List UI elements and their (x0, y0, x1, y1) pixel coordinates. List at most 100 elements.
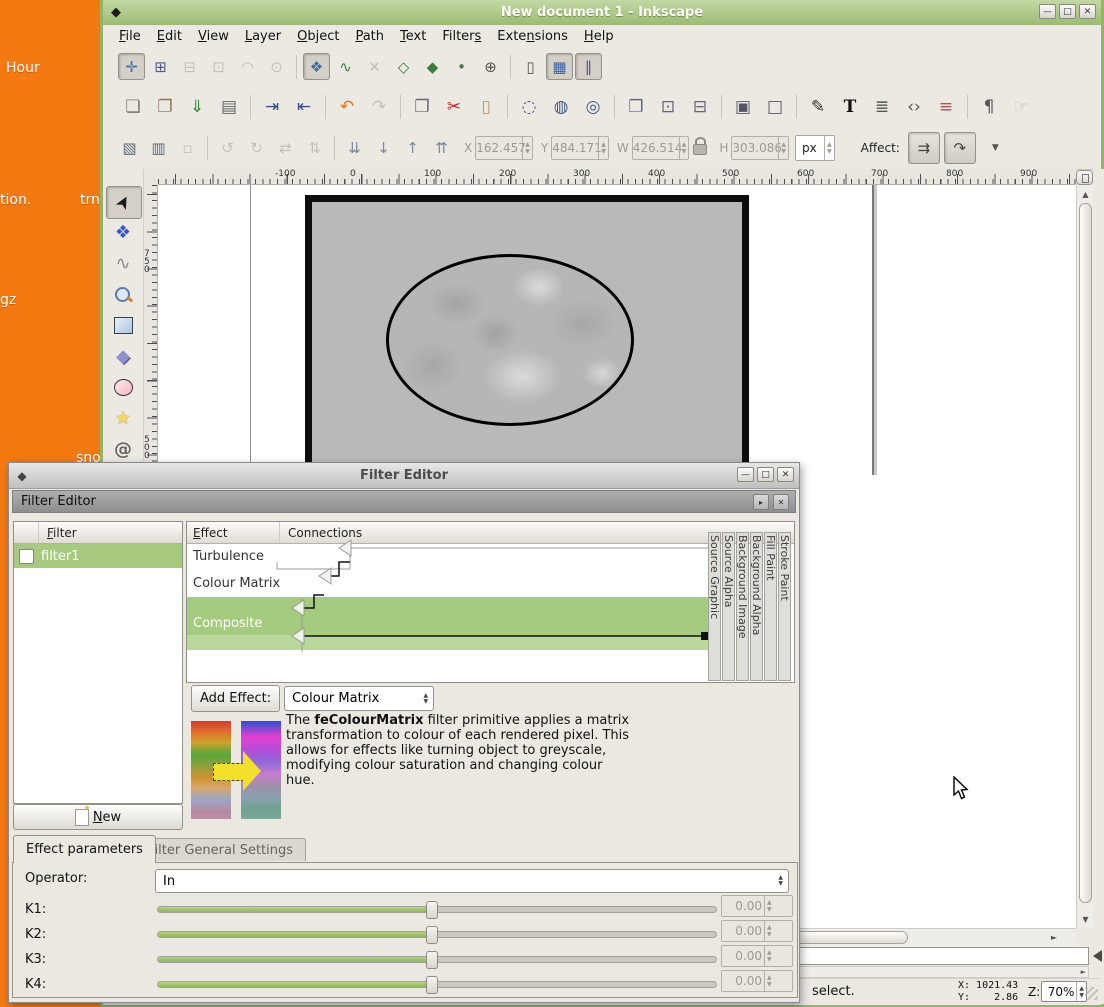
y-field[interactable]: 484.171▲▼ (551, 136, 609, 160)
star-tool[interactable]: ★ (106, 403, 140, 434)
add-effect-button[interactable]: Add Effect: (191, 685, 280, 712)
snap-object-centers-icon[interactable]: ⊕ (477, 53, 504, 80)
unlink-clone-icon[interactable]: ⊟ (685, 92, 715, 122)
filter-list-item[interactable]: filter1 (14, 544, 182, 568)
menu-filters[interactable]: Filters (434, 27, 489, 46)
minimize-button[interactable]: — (737, 467, 754, 482)
align-distribute-icon[interactable]: ≡ (931, 92, 961, 122)
3dbox-tool[interactable]: ◆ (106, 341, 140, 372)
snap-guides-icon[interactable]: ∥ (575, 53, 602, 80)
vertical-scrollbar-thumb[interactable] (1079, 203, 1092, 903)
k3-value-field[interactable]: 0.00▲▼ (721, 945, 793, 967)
redo-icon[interactable]: ↷ (364, 92, 394, 122)
toolbar-overflow-icon[interactable]: ▼ (992, 143, 999, 153)
new-document-icon[interactable]: ❏ (118, 92, 148, 122)
unit-stepper[interactable]: ▲▼ (824, 136, 834, 160)
input-column-source-alpha[interactable]: Source Alpha (722, 532, 735, 681)
operator-combobox[interactable]: In ▲▼ (155, 869, 789, 893)
text-font-icon[interactable]: ¶ (974, 92, 1004, 122)
enable-snapping-icon[interactable]: ✛ (118, 53, 145, 80)
zoom-page-icon[interactable]: ◎ (578, 92, 608, 122)
menu-path[interactable]: Path (347, 27, 392, 46)
cut-icon[interactable]: ✂ (439, 92, 469, 122)
field-stepper-icon[interactable]: ▲▼ (764, 896, 774, 916)
tweak-tool[interactable]: ∿ (106, 248, 140, 279)
connections-graph[interactable] (187, 522, 794, 682)
x-field[interactable]: 162.457▲▼ (475, 136, 533, 160)
field-stepper-icon[interactable]: ▲▼ (778, 137, 788, 159)
print-icon[interactable]: ▤ (214, 92, 244, 122)
text-tool-dialog-icon[interactable]: T (835, 92, 865, 122)
snap-bbox-centers-icon[interactable]: ⊙ (263, 53, 290, 80)
scroll-up-icon[interactable]: ▲ (1077, 187, 1094, 203)
rotate-cw-icon[interactable]: ↻ (243, 135, 270, 162)
slider-handle[interactable] (426, 976, 438, 994)
menu-object[interactable]: Object (289, 27, 347, 46)
k2-value-field[interactable]: 0.00▲▼ (721, 920, 793, 942)
zoom-drawing-icon[interactable]: ◍ (546, 92, 576, 122)
k1-slider[interactable] (157, 906, 717, 913)
flip-vertical-icon[interactable]: ⇅ (301, 135, 328, 162)
menu-layer[interactable]: Layer (237, 27, 289, 46)
selector-tool[interactable]: ➤ (106, 186, 142, 219)
menu-view[interactable]: View (190, 27, 237, 46)
field-stepper-icon[interactable]: ▲▼ (764, 946, 774, 966)
duplicate-icon[interactable]: ❒ (621, 92, 651, 122)
k1-value-field[interactable]: 0.00▲▼ (721, 895, 793, 917)
spiral-tool[interactable]: @ (106, 434, 140, 465)
slider-handle[interactable] (426, 926, 438, 944)
scale-corners-toggle[interactable]: ↷ (944, 132, 976, 164)
tab-effect-parameters[interactable]: Effect parameters (13, 835, 156, 863)
snap-bbox-edges-icon[interactable]: ⊟ (176, 53, 203, 80)
unit-combobox[interactable]: px ▲▼ (795, 135, 835, 161)
input-column-stroke-paint[interactable]: Stroke Paint (778, 532, 791, 681)
input-column-background-image[interactable]: Background Image (736, 532, 749, 681)
scale-stroke-toggle[interactable]: ⇉ (908, 132, 940, 164)
open-document-icon[interactable]: ❐ (150, 92, 180, 122)
menu-help[interactable]: Help (576, 27, 622, 46)
input-devices-icon[interactable]: ☞ (1006, 92, 1036, 122)
palette-scroll-right-icon[interactable]: ► (1081, 967, 1086, 978)
ungroup-objects-icon[interactable]: □ (760, 92, 790, 122)
snap-cusp-nodes-icon[interactable]: ◇ (390, 53, 417, 80)
maximize-button[interactable]: □ (1059, 4, 1076, 19)
lower-icon[interactable]: ↓ (370, 135, 397, 162)
group-objects-icon[interactable]: ▣ (728, 92, 758, 122)
lower-to-bottom-icon[interactable]: ⇊ (341, 135, 368, 162)
rectangle-tool[interactable] (106, 310, 140, 341)
scroll-down-icon[interactable]: ▼ (1077, 912, 1094, 928)
raise-icon[interactable]: ↑ (399, 135, 426, 162)
input-column-background-alpha[interactable]: Background Alpha (750, 532, 763, 681)
flip-horizontal-icon[interactable]: ⇄ (272, 135, 299, 162)
select-all-icon[interactable]: ▧ (116, 135, 143, 162)
k4-slider[interactable] (157, 981, 717, 988)
zoom-spinbox[interactable]: 70% ▲▼ (1041, 981, 1087, 1002)
import-icon[interactable]: ⇥ (257, 92, 287, 122)
dock-close-icon[interactable]: ✕ (773, 494, 789, 510)
dialog-titlebar[interactable]: ◆ Filter Editor —□✕ (9, 463, 799, 489)
field-stepper-icon[interactable]: ▲▼ (598, 137, 608, 159)
k3-slider[interactable] (157, 956, 717, 963)
menu-file[interactable]: File (111, 27, 149, 46)
field-stepper-icon[interactable]: ▲▼ (679, 137, 689, 159)
scroll-right-icon[interactable]: ► (1046, 929, 1062, 946)
resize-grip[interactable] (1085, 987, 1098, 1000)
field-stepper-icon[interactable]: ▲▼ (764, 921, 774, 941)
h-field[interactable]: 303.086▲▼ (731, 136, 789, 160)
slider-handle[interactable] (426, 901, 438, 919)
menu-edit[interactable]: Edit (149, 27, 190, 46)
deselect-icon[interactable]: ▫ (174, 135, 201, 162)
maximize-button[interactable]: □ (757, 467, 774, 482)
input-column-fill-paint[interactable]: Fill Paint (764, 532, 777, 681)
snap-path-intersections-icon[interactable]: ✕ (361, 53, 388, 80)
clone-icon[interactable]: ⊡ (653, 92, 683, 122)
effect-type-combobox[interactable]: Colour Matrix ▲▼ (284, 686, 434, 711)
node-tool[interactable]: ❖ (106, 217, 140, 248)
snap-bounding-box-icon[interactable]: ⊞ (147, 53, 174, 80)
paste-icon[interactable]: ▯ (471, 92, 501, 122)
snap-bbox-corners-icon[interactable]: ⊡ (205, 53, 232, 80)
filtered-ellipse[interactable] (386, 254, 634, 426)
menu-text[interactable]: Text (392, 27, 434, 46)
ellipse-tool[interactable] (106, 372, 140, 403)
minimize-button[interactable]: — (1039, 4, 1056, 19)
